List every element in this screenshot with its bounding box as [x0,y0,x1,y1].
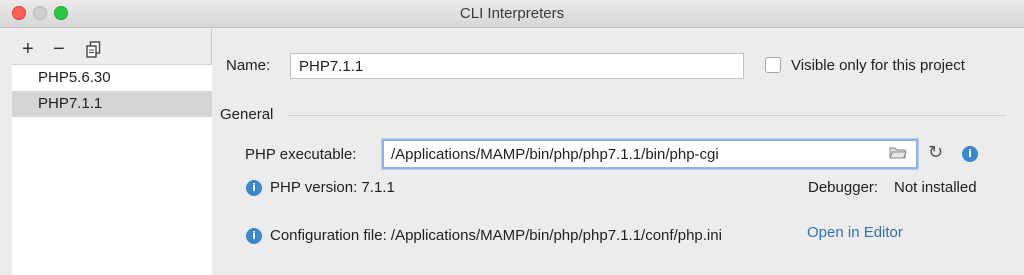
name-input[interactable] [290,53,744,79]
remove-icon[interactable]: − [53,38,65,60]
copy-icon[interactable] [86,41,102,64]
title-bar: CLI Interpreters [0,0,1024,28]
info-icon: i [246,228,262,244]
interpreter-item-php5-6-30[interactable]: PHP5.6.30 [12,65,212,91]
interpreter-item-php7-1-1[interactable]: PHP7.1.1 [12,91,212,117]
php-executable-label: PHP executable: [245,146,357,163]
visible-only-label: Visible only for this project [791,57,965,74]
visible-only-checkbox[interactable] [765,57,781,73]
browse-folder-icon[interactable] [889,146,907,165]
php-executable-input[interactable] [382,139,918,169]
refresh-icon[interactable]: ↻ [928,144,943,162]
configuration-file-text: Configuration file: /Applications/MAMP/b… [270,227,722,244]
general-separator [288,115,1006,116]
info-icon[interactable]: i [962,146,978,162]
window-title: CLI Interpreters [459,5,565,22]
info-icon: i [246,180,262,196]
debugger-value: Not installed [894,179,977,196]
name-label: Name: [226,57,271,74]
debugger-label: Debugger: [808,179,879,196]
interpreters-panel: + − PHP5.6.30 PHP7.1.1 [0,28,212,275]
general-section-title: General [220,106,274,123]
php-version-text: PHP version: 7.1.1 [270,179,395,196]
interpreter-list: PHP5.6.30 PHP7.1.1 [12,64,212,275]
open-in-editor-link[interactable]: Open in Editor [807,224,903,241]
add-icon[interactable]: + [22,38,34,60]
